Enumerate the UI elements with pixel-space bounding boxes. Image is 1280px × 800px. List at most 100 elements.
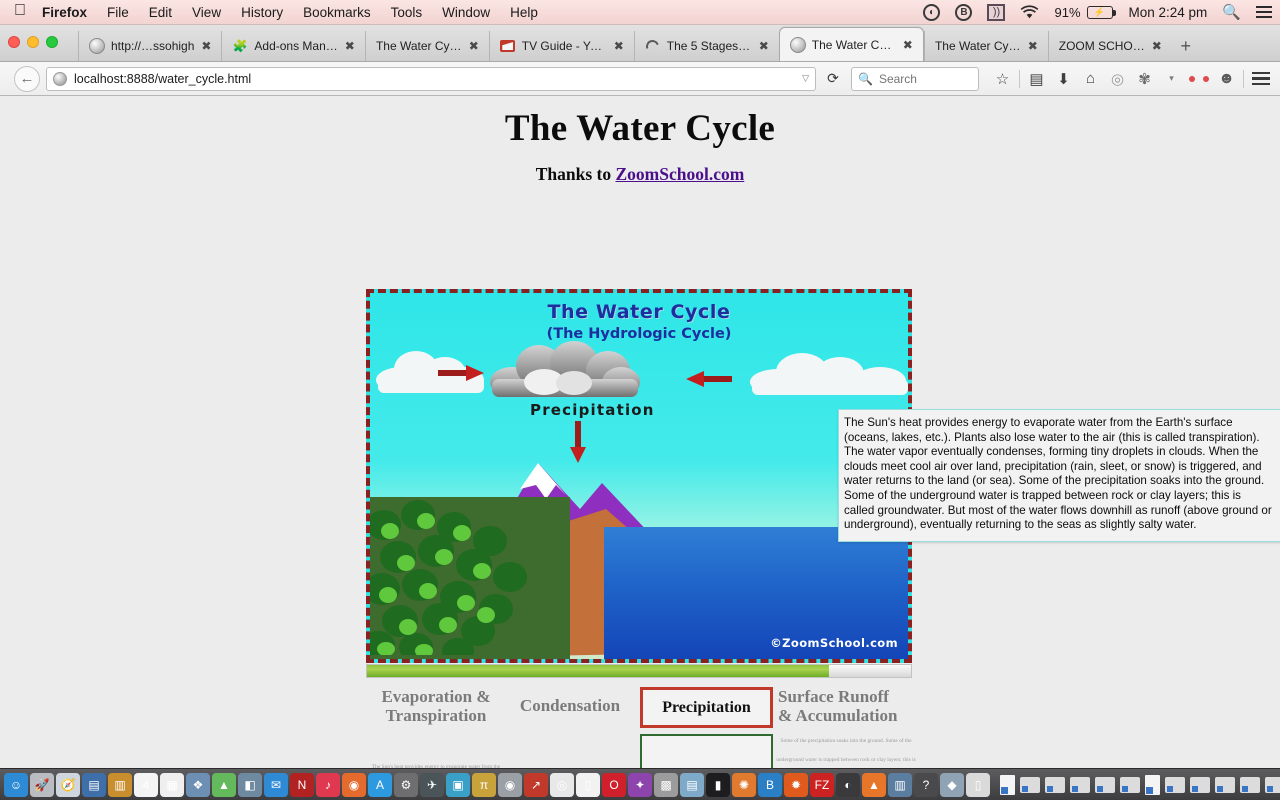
- menu-item-firefox[interactable]: Firefox: [42, 5, 87, 20]
- dock-icon-preview[interactable]: ◧: [238, 772, 262, 797]
- menu-item-tools[interactable]: Tools: [391, 5, 423, 20]
- dock-icon-podcast[interactable]: ◉: [342, 772, 366, 797]
- menu-bar-clock[interactable]: Mon 2:24 pm: [1129, 5, 1208, 20]
- chat-bubble-icon[interactable]: ☻: [1213, 66, 1240, 92]
- browser-tab-6[interactable]: The Water Cy… ✖: [923, 31, 1048, 61]
- browser-tab-4[interactable]: The 5 Stages … ✖: [633, 31, 779, 61]
- browser-tab-5-active[interactable]: The Water Cy… ✖: [778, 27, 924, 61]
- dock-icon-grid-app[interactable]: ▩: [654, 772, 678, 797]
- airplay-status-icon[interactable]: )): [987, 3, 1006, 21]
- zoom-window-button[interactable]: [46, 36, 58, 48]
- url-bar[interactable]: localhost:8888/water_cycle.html ▽: [46, 66, 816, 91]
- dock-icon-netflix[interactable]: N: [290, 772, 314, 797]
- dock-icon-firefox[interactable]: ✹: [784, 772, 808, 797]
- reload-button[interactable]: ⟳: [822, 68, 844, 90]
- dock-folder-icon[interactable]: [1120, 776, 1140, 793]
- dock-folder-icon[interactable]: [1190, 776, 1210, 793]
- dock-document-icon[interactable]: [1145, 774, 1160, 795]
- dock-icon-finder[interactable]: ☺: [4, 772, 28, 797]
- close-tab-icon[interactable]: ✖: [467, 39, 481, 53]
- dock-icon-sync-app[interactable]: ◐: [836, 772, 860, 797]
- dock-icon-chrome[interactable]: ◎: [550, 772, 574, 797]
- dock-icon-trash-blue[interactable]: ▣: [446, 772, 470, 797]
- new-tab-button[interactable]: +: [1172, 31, 1200, 61]
- close-tab-icon[interactable]: ✖: [1026, 39, 1040, 53]
- dock-icon-utility-app[interactable]: ▥: [888, 772, 912, 797]
- menu-item-bookmarks[interactable]: Bookmarks: [303, 5, 371, 20]
- back-button[interactable]: ←: [14, 65, 40, 92]
- home-icon[interactable]: ⌂: [1077, 66, 1104, 92]
- dock-folder-icon[interactable]: [1070, 776, 1090, 793]
- dock-folder-icon[interactable]: [1240, 776, 1260, 793]
- apple-logo-icon[interactable]: : [14, 3, 26, 19]
- close-window-button[interactable]: [8, 36, 20, 48]
- dock-icon-app-store[interactable]: A: [368, 772, 392, 797]
- sync-icon[interactable]: ◎: [1104, 66, 1131, 92]
- wifi-status-icon[interactable]: [1020, 4, 1039, 20]
- dock-folder-icon[interactable]: [1165, 776, 1185, 793]
- dock-icon-filezilla[interactable]: FZ: [810, 772, 834, 797]
- search-input[interactable]: [878, 71, 972, 86]
- dock-icon-pi-app[interactable]: π: [472, 772, 496, 797]
- dock-icon-launchpad[interactable]: 🚀: [30, 772, 54, 797]
- dock-icon-image-app[interactable]: ▤: [680, 772, 704, 797]
- stage-surface-runoff[interactable]: Surface Runoff & Accumulation: [778, 687, 912, 725]
- dock-icon-bird-app[interactable]: ✈: [420, 772, 444, 797]
- dock-folder-icon[interactable]: [1095, 776, 1115, 793]
- battery-icon[interactable]: ⚡: [1086, 5, 1116, 19]
- reader-list-icon[interactable]: ▤: [1023, 66, 1050, 92]
- browser-tab-1[interactable]: 🧩 Add-ons Man… ✖: [221, 31, 364, 61]
- dock-folder-icon[interactable]: [1265, 776, 1280, 793]
- close-tab-icon[interactable]: ✖: [343, 39, 357, 53]
- dock-icon-bittorrent[interactable]: B: [758, 772, 782, 797]
- dock-icon-maps[interactable]: ▲: [212, 772, 236, 797]
- browser-tab-0[interactable]: http://…ssohigh ✖: [78, 31, 221, 61]
- dock-icon-text-doc[interactable]: ▯: [576, 772, 600, 797]
- addon-icon[interactable]: ✾: [1131, 66, 1158, 92]
- dock-icon-reminders[interactable]: ▦: [160, 772, 184, 797]
- menu-item-edit[interactable]: Edit: [149, 5, 172, 20]
- bookmark-star-icon[interactable]: ☆: [989, 66, 1016, 92]
- close-tab-icon[interactable]: ✖: [757, 39, 771, 53]
- browser-tab-7[interactable]: ZOOM SCHO… ✖: [1047, 31, 1172, 61]
- browser-tab-3[interactable]: TV Guide - Ya… ✖: [488, 31, 634, 61]
- site-identity-icon[interactable]: [53, 71, 67, 86]
- close-tab-icon[interactable]: ✖: [1150, 39, 1164, 53]
- dock-folder-icon[interactable]: [1215, 776, 1235, 793]
- close-tab-icon[interactable]: ✖: [199, 39, 213, 53]
- dock-icon-opera[interactable]: O: [602, 772, 626, 797]
- browser-tab-2[interactable]: The Water Cy… ✖: [364, 31, 489, 61]
- dock-icon-terminal[interactable]: ▮: [706, 772, 730, 797]
- menu-item-history[interactable]: History: [241, 5, 283, 20]
- bittorrent-status-icon[interactable]: B: [955, 3, 973, 21]
- dock-document-icon[interactable]: [1000, 774, 1015, 795]
- close-tab-icon[interactable]: ✖: [901, 38, 915, 52]
- dock-icon-ipod[interactable]: ▯: [966, 772, 990, 797]
- menu-icon[interactable]: [1247, 66, 1274, 92]
- minimize-window-button[interactable]: [27, 36, 39, 48]
- dock-icon-photos[interactable]: ❖: [186, 772, 210, 797]
- dock-icon-audio-app[interactable]: ◉: [498, 772, 522, 797]
- dock-icon-notes-yellow[interactable]: ▥: [108, 772, 132, 797]
- menu-item-window[interactable]: Window: [442, 5, 490, 20]
- notification-center-icon[interactable]: [1256, 3, 1272, 21]
- quicktime-status-icon[interactable]: ◐: [923, 3, 941, 21]
- dock-icon-star-app[interactable]: ✦: [628, 772, 652, 797]
- chevron-down-icon[interactable]: ▽: [802, 73, 809, 84]
- dock-icon-firefox-dev[interactable]: ✺: [732, 772, 756, 797]
- dock-folder-icon[interactable]: [1045, 776, 1065, 793]
- spotlight-search-icon[interactable]: 🔍: [1222, 3, 1241, 21]
- dock-icon-vlc[interactable]: ▲: [862, 772, 886, 797]
- dock-icon-itunes[interactable]: ♪: [316, 772, 340, 797]
- dock-icon-calendar[interactable]: 4: [134, 772, 158, 797]
- close-tab-icon[interactable]: ✖: [612, 39, 626, 53]
- dock-icon-contacts[interactable]: ▤: [82, 772, 106, 797]
- dock-icon-messages[interactable]: ✉: [264, 772, 288, 797]
- dock-icon-help-app[interactable]: ?: [914, 772, 938, 797]
- stage-evaporation[interactable]: Evaporation & Transpiration: [370, 687, 502, 725]
- dock-icon-rocket-app[interactable]: ↗: [524, 772, 548, 797]
- menu-item-file[interactable]: File: [107, 5, 129, 20]
- dock-icon-package-app[interactable]: ◆: [940, 772, 964, 797]
- stage-condensation[interactable]: Condensation: [506, 696, 634, 715]
- menu-item-view[interactable]: View: [192, 5, 221, 20]
